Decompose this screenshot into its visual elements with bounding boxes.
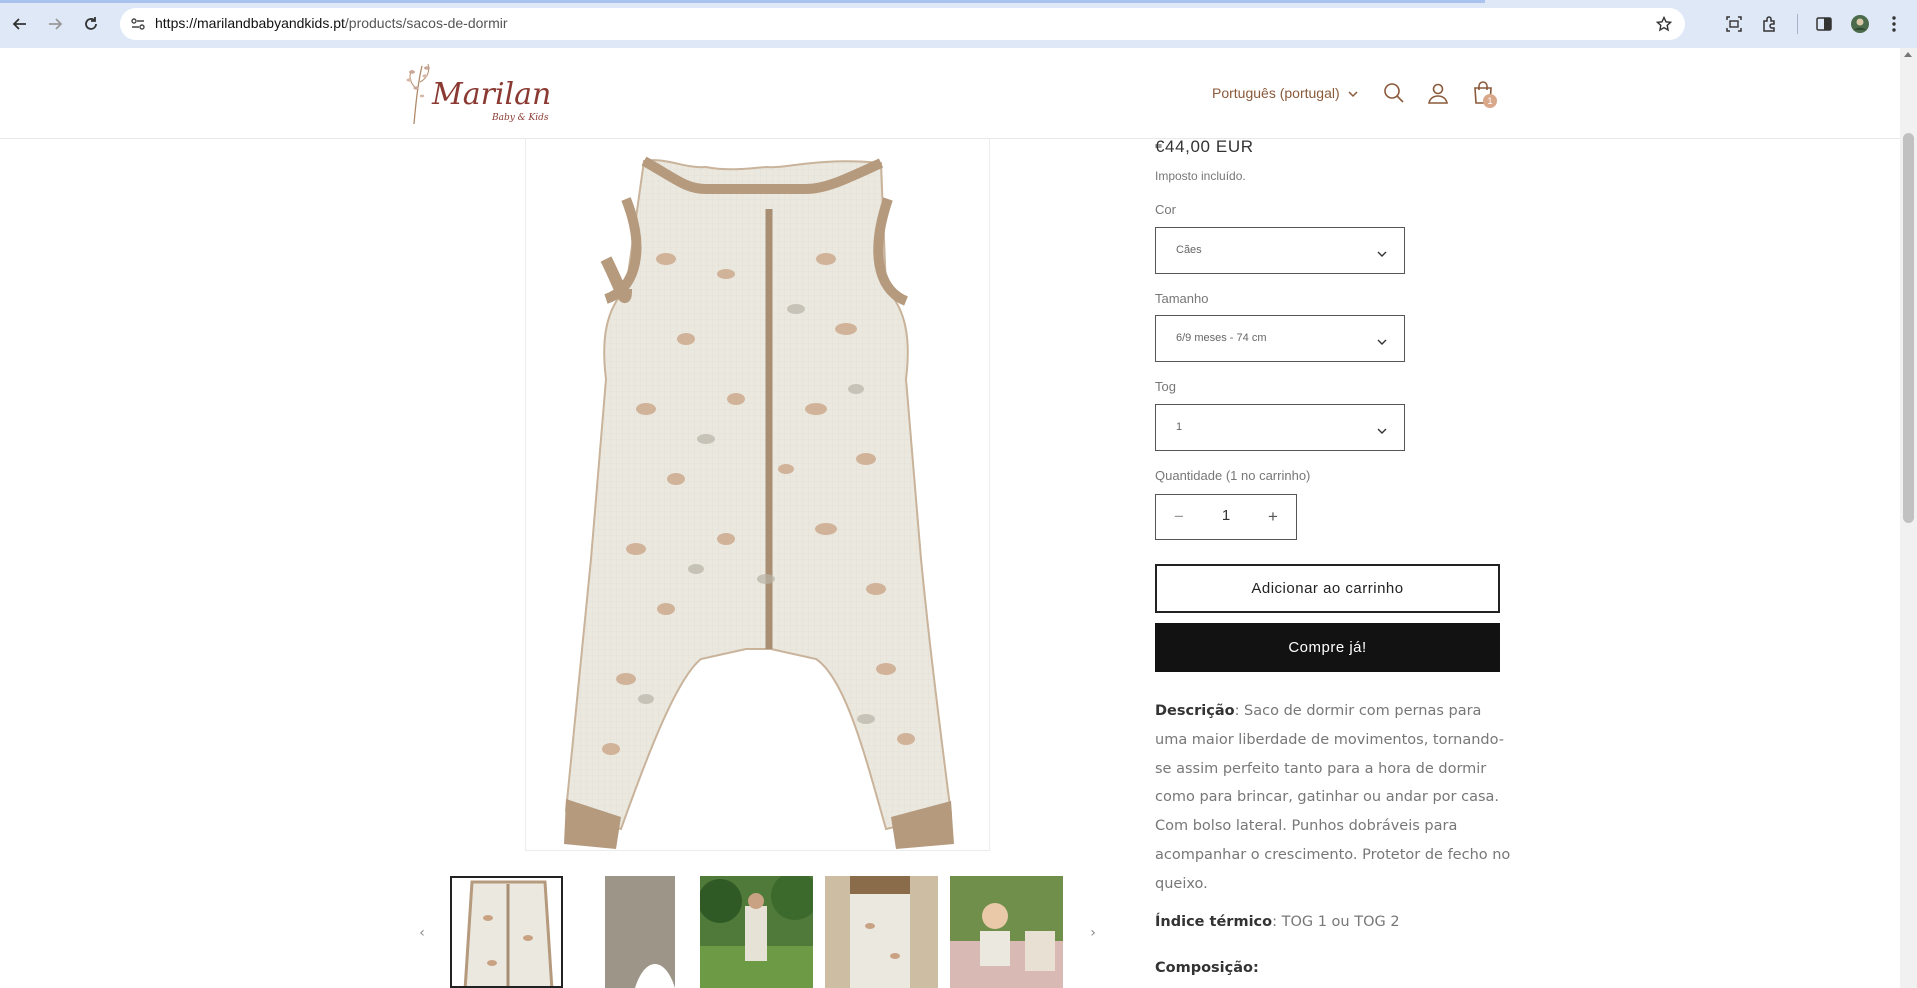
site-logo[interactable]: Mariland Baby & Kids [400,60,571,128]
chevron-down-icon [1348,85,1358,101]
back-icon[interactable] [6,10,34,38]
bookmark-star-icon[interactable] [1653,13,1675,35]
tog-select-value: 1 [1176,421,1183,433]
quantity-increase-button[interactable]: + [1262,506,1284,528]
site-settings-icon[interactable] [128,14,148,34]
size-select[interactable]: 6/9 meses - 74 cm [1155,315,1405,362]
extensions-icon[interactable] [1758,12,1782,36]
chevron-down-icon [1376,245,1388,257]
chevron-down-icon [1376,333,1388,345]
description-text: : Saco de dormir com pernas para uma mai… [1155,703,1511,892]
menu-dots-icon[interactable] [1882,12,1906,36]
language-label: Português (portugal) [1212,85,1340,101]
loading-bar [0,0,1485,3]
quantity-label: Quantidade (1 no carrinho) [1155,468,1311,483]
tog-label: Tog [1155,379,1176,394]
site-header: Mariland Baby & Kids Português (portugal… [0,48,1900,139]
quantity-stepper: − 1 + [1155,494,1297,540]
cart-count-badge: 1 [1483,94,1497,108]
screenshot-icon[interactable] [1722,12,1746,36]
thumbnail-strip [410,876,1100,988]
add-to-cart-button[interactable]: Adicionar ao carrinho [1155,564,1500,613]
search-icon[interactable] [1381,80,1407,106]
reload-icon[interactable] [77,10,105,38]
url-text: https://marilandbabyandkids.pt/products/… [155,15,508,31]
color-select-value: Cães [1176,244,1202,256]
forward-icon[interactable] [41,10,69,38]
profile-avatar-icon[interactable] [1848,12,1872,36]
thumbnail-next-icon[interactable]: › [1086,925,1100,941]
thermal-heading: Índice térmico [1155,914,1273,930]
tax-note: Imposto incluído. [1155,169,1246,183]
scroll-up-arrow-icon[interactable] [1904,52,1912,57]
thermal-index: Índice térmico: TOG 1 ou TOG 2 [1155,914,1400,930]
tog-select[interactable]: 1 [1155,404,1405,451]
color-label: Cor [1155,202,1176,217]
thumbnail-1[interactable] [450,876,563,988]
composition-heading: Composição: [1155,960,1259,976]
description-heading: Descrição [1155,703,1235,719]
scroll-thumb[interactable] [1903,133,1914,523]
thermal-text: : TOG 1 ou TOG 2 [1272,914,1400,930]
product-price: €44,00 EUR [1155,137,1254,156]
toolbar-divider [1797,14,1798,34]
product-description: Descrição: Saco de dormir com pernas par… [1155,697,1515,899]
account-icon[interactable] [1425,80,1451,106]
buy-now-button[interactable]: Compre já! [1155,623,1500,672]
address-bar[interactable]: https://marilandbabyandkids.pt/products/… [120,8,1685,40]
chevron-down-icon [1376,422,1388,434]
thumbnail-4[interactable] [825,876,938,988]
thumbnail-2[interactable] [575,876,688,988]
size-label: Tamanho [1155,291,1209,306]
browser-toolbar: https://marilandbabyandkids.pt/products/… [0,0,1917,48]
svg-text:Baby & Kids: Baby & Kids [491,113,549,123]
product-main-image[interactable] [525,139,990,851]
svg-text:Mariland: Mariland [431,77,550,112]
thumbnail-3[interactable] [700,876,813,988]
thumbnail-5[interactable] [950,876,1063,988]
page-scrollbar[interactable] [1900,48,1917,988]
size-select-value: 6/9 meses - 74 cm [1176,332,1267,344]
language-selector[interactable]: Português (portugal) [1212,85,1358,101]
side-panel-icon[interactable] [1812,12,1836,36]
color-select[interactable]: Cães [1155,227,1405,274]
